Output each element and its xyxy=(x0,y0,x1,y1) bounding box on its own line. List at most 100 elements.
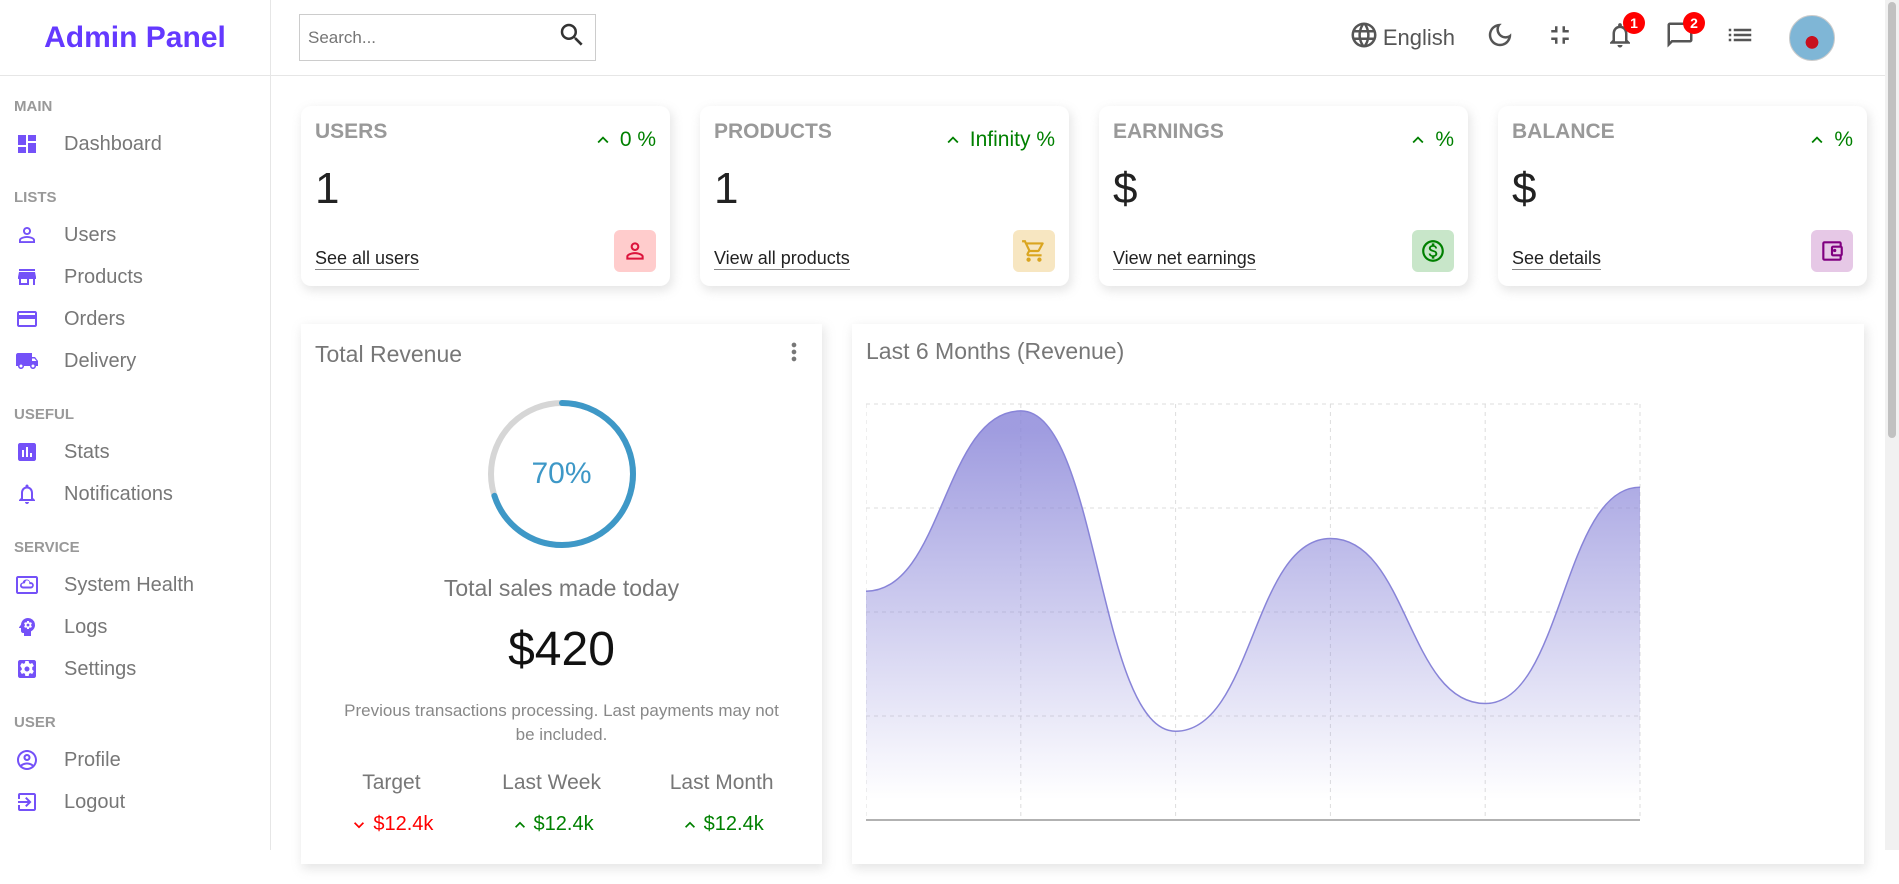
list-menu-button[interactable] xyxy=(1725,20,1755,55)
summary-amount: $12.4k xyxy=(703,813,764,835)
summary-value: $12.4k xyxy=(670,813,774,836)
sidebar-item-label: Notifications xyxy=(64,482,173,505)
truck-icon xyxy=(14,348,40,374)
sidebar-item-users[interactable]: Users xyxy=(14,214,270,256)
sidebar-item-profile[interactable]: Profile xyxy=(14,739,270,781)
psychology-icon xyxy=(14,614,40,640)
arrow-up-icon xyxy=(1412,136,1424,144)
person-icon xyxy=(14,222,40,248)
sidebar-item-notifications[interactable]: Notifications xyxy=(14,473,270,515)
sidebar-section-title: USER xyxy=(14,714,56,731)
summary-title: Target xyxy=(362,771,421,794)
widget-value: 1 xyxy=(315,164,340,213)
widget-link[interactable]: View net earnings xyxy=(1113,248,1256,270)
messages-button[interactable]: 2 xyxy=(1665,12,1705,55)
list-icon xyxy=(1725,20,1755,55)
wallet-icon xyxy=(1811,230,1853,272)
revenue-area xyxy=(866,410,1640,820)
sidebar-section-title: MAIN xyxy=(14,98,53,115)
arrow-up-icon xyxy=(597,136,609,144)
widget-balance: BALANCE % $ See details xyxy=(1498,106,1867,286)
summary-item: Target $12.4k xyxy=(349,771,433,836)
summary-title: Last Week xyxy=(502,771,601,794)
widget-percentage-value: % xyxy=(1834,128,1853,151)
sidebar-item-stats[interactable]: Stats xyxy=(14,431,270,473)
featured-subtitle: Total sales made today xyxy=(443,575,680,601)
widget-users: USERS 0 % 1 See all users xyxy=(301,106,670,286)
search-box xyxy=(299,14,596,61)
chart-title: Last 6 Months (Revenue) xyxy=(866,338,1125,364)
widget-title: BALANCE xyxy=(1512,120,1615,143)
widget-link[interactable]: See all users xyxy=(315,248,420,270)
sidebar-item-orders[interactable]: Orders xyxy=(14,298,270,340)
cart-icon xyxy=(1013,230,1055,272)
bell-icon xyxy=(14,481,40,507)
sidebar-item-label: Stats xyxy=(64,440,110,463)
fullscreen-toggle[interactable] xyxy=(1545,20,1575,55)
sidebar-item-dashboard[interactable]: Dashboard xyxy=(14,123,270,165)
language-selector[interactable]: English xyxy=(1349,20,1455,55)
progress-ring: 70% xyxy=(485,397,639,551)
messages-badge: 2 xyxy=(1683,12,1705,34)
widget-percentage: 0 % xyxy=(592,128,656,152)
widget-percentage-value: 0 % xyxy=(619,128,656,151)
globe-icon xyxy=(1349,20,1379,55)
sidebar-item-label: Dashboard xyxy=(64,132,162,155)
widget-percentage: % xyxy=(1407,128,1454,152)
dollar-icon xyxy=(1412,230,1454,272)
arrow-up-icon xyxy=(947,136,959,144)
summary-value: $12.4k xyxy=(349,813,433,836)
sidebar-item-label: Profile xyxy=(64,748,121,771)
scrollbar[interactable] xyxy=(1885,0,1899,850)
featured-revenue-card: Total Revenue 70% Total sales made today… xyxy=(301,324,822,864)
sidebar-item-label: Products xyxy=(64,265,143,288)
fullscreen-exit-icon xyxy=(1545,20,1575,55)
featured-title: Total Revenue xyxy=(315,341,463,367)
more-vert-icon[interactable] xyxy=(780,338,808,371)
widget-products: PRODUCTS Infinity % 1 View all products xyxy=(700,106,1069,286)
widget-link[interactable]: View all products xyxy=(714,248,850,270)
featured-summary: Target $12.4k Last Week $12.4k Last Month … xyxy=(315,771,808,836)
summary-amount: $12.4k xyxy=(373,813,434,835)
arrow-down-icon xyxy=(354,821,365,828)
credit-card-icon xyxy=(14,306,40,332)
scrollbar-thumb[interactable] xyxy=(1888,2,1896,438)
sidebar-item-label: Users xyxy=(64,223,117,246)
sidebar-section-title: LISTS xyxy=(14,189,57,206)
summary-amount: $12.4k xyxy=(533,813,594,835)
sidebar-item-label: Delivery xyxy=(64,349,137,372)
summary-item: Last Week $12.4k xyxy=(502,771,601,836)
navbar-actions: English 1 2 xyxy=(1319,12,1871,61)
avatar[interactable] xyxy=(1789,14,1835,61)
widget-link[interactable]: See details xyxy=(1512,248,1602,270)
summary-title: Last Month xyxy=(669,771,774,794)
arrow-up-icon xyxy=(514,821,525,828)
person-icon xyxy=(614,230,656,272)
sidebar-item-logout[interactable]: Logout xyxy=(14,781,270,823)
summary-value: $12.4k xyxy=(502,813,601,836)
language-label: English xyxy=(1382,24,1455,50)
sidebar-menu: MAIN Dashboard LISTS Users Products Orders Del… xyxy=(0,98,270,823)
progress-label: 70% xyxy=(531,457,592,490)
widget-percentage-value: % xyxy=(1435,128,1454,151)
sidebar-item-products[interactable]: Products xyxy=(14,256,270,298)
sidebar-item-system-health[interactable]: System Health xyxy=(14,564,270,606)
revenue-chart-card: Last 6 Months (Revenue) xyxy=(852,324,1864,864)
sidebar-item-label: Logout xyxy=(64,790,126,813)
widget-value: $ xyxy=(1113,164,1138,213)
featured-description: Previous transactions processing. Last p… xyxy=(344,701,779,744)
sidebar-item-delivery[interactable]: Delivery xyxy=(14,340,270,382)
logo[interactable]: Admin Panel xyxy=(0,0,270,76)
sidebar-item-label: Logs xyxy=(64,615,108,638)
arrow-up-icon xyxy=(684,821,695,828)
bar-chart-icon xyxy=(14,439,40,465)
widget-title: EARNINGS xyxy=(1113,120,1224,143)
widget-percentage: Infinity % xyxy=(942,128,1055,152)
dark-mode-toggle[interactable] xyxy=(1485,20,1515,55)
search-input[interactable] xyxy=(308,27,557,48)
sidebar-item-settings[interactable]: Settings xyxy=(14,648,270,690)
arrow-up-icon xyxy=(1811,136,1823,144)
search-icon[interactable] xyxy=(557,20,587,55)
sidebar-item-logs[interactable]: Logs xyxy=(14,606,270,648)
notifications-button[interactable]: 1 xyxy=(1605,12,1645,55)
